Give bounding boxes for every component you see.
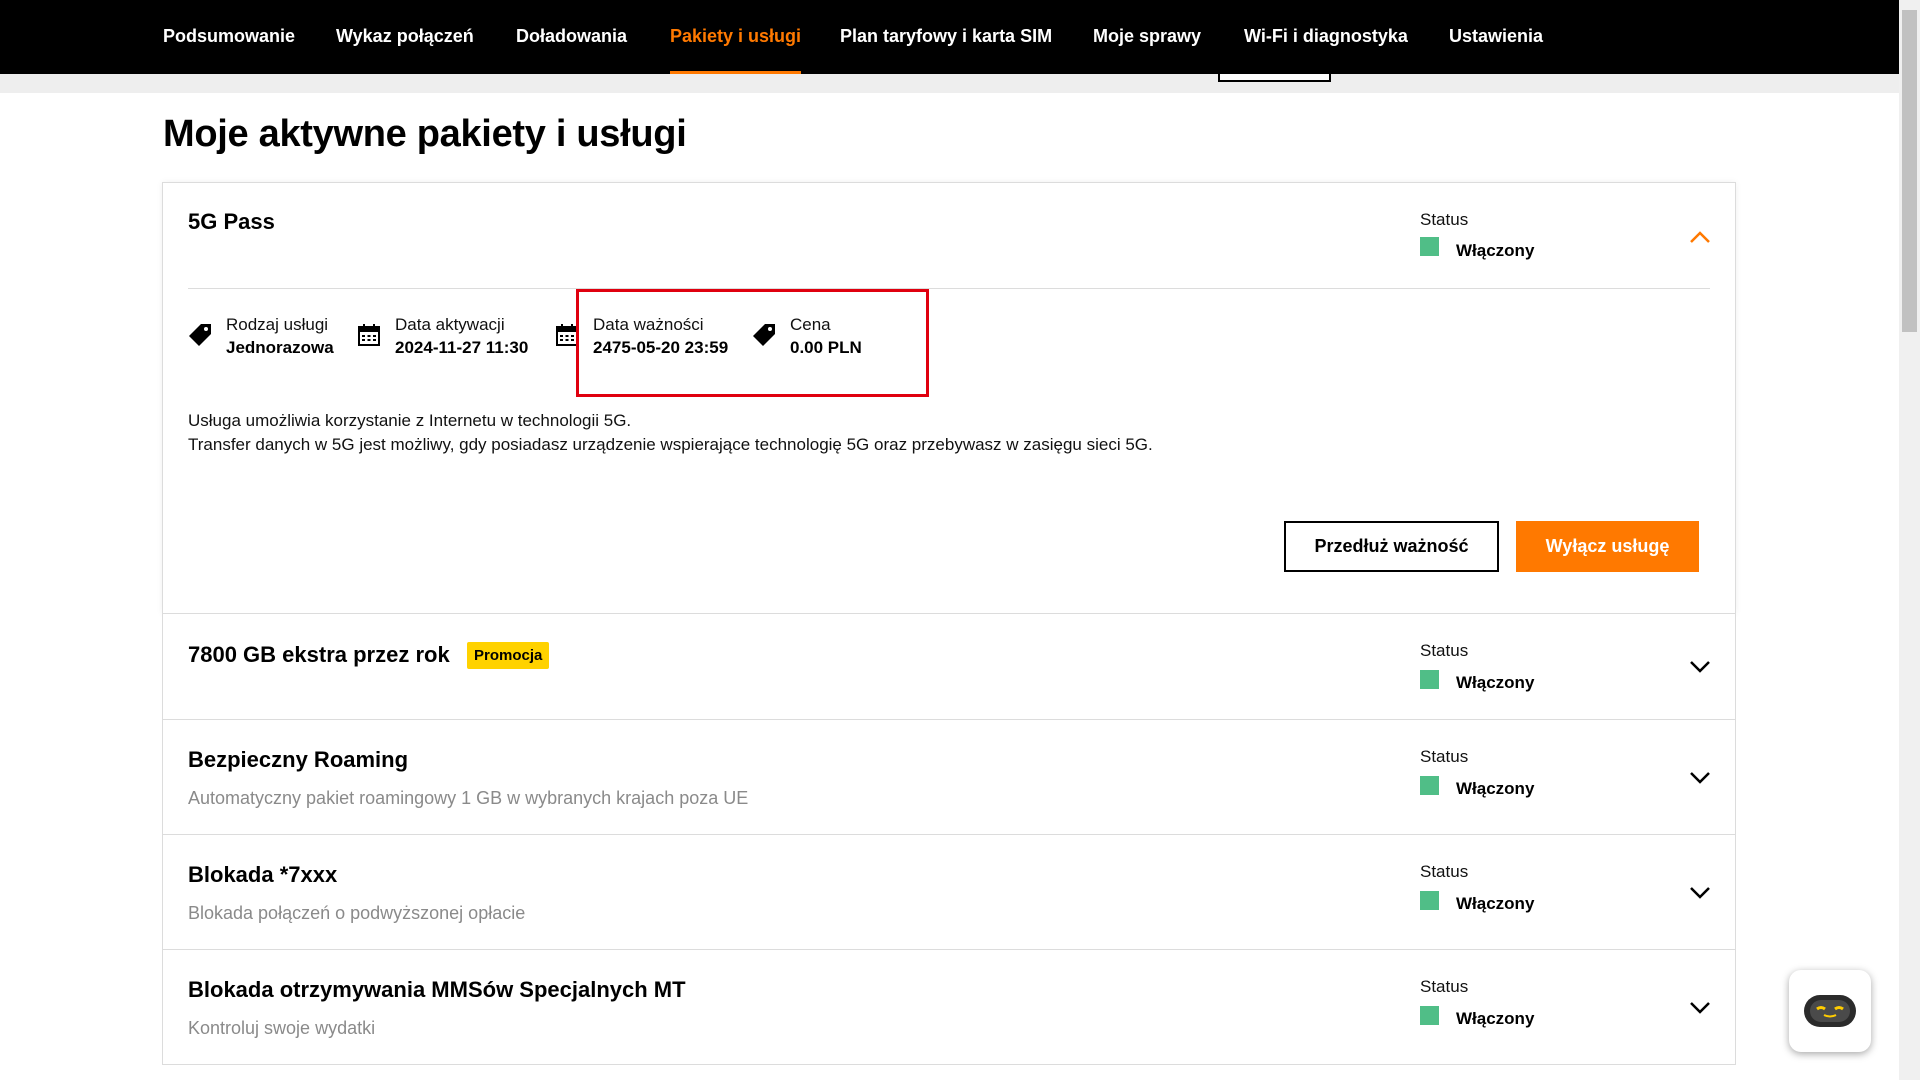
detail-value: 2024-11-27 11:30 [395, 338, 529, 357]
package-title: 7800 GB ekstra przez rok [188, 642, 450, 667]
status-indicator [1420, 891, 1439, 910]
promo-badge: Promocja [467, 642, 550, 669]
status-value: Włączony [1456, 894, 1535, 913]
chevron-down-icon[interactable] [1688, 766, 1712, 790]
status-label: Status [1420, 862, 1469, 881]
detail-label: Data aktywacji [395, 315, 505, 334]
detail-value: Jednorazowa [226, 338, 334, 357]
status-value: Włączony [1456, 673, 1535, 692]
status-label: Status [1420, 210, 1469, 229]
chevron-down-icon[interactable] [1688, 655, 1712, 679]
nav-item-plan-taryfowy[interactable]: Plan taryfowy i karta SIM [840, 0, 1052, 74]
highlight-box [576, 289, 929, 397]
package-title: 5G Pass [188, 209, 275, 234]
package-title: Bezpieczny Roaming [188, 747, 409, 772]
status-indicator [1420, 1006, 1439, 1025]
scrollbar-thumb[interactable] [1902, 10, 1917, 332]
chatbot-icon [1804, 995, 1856, 1027]
package-description-line: Usługa umożliwia korzystanie z Internetu… [188, 411, 632, 430]
status-value: Włączony [1456, 1009, 1535, 1028]
sub-navigation-bar [0, 74, 1899, 93]
nav-item-pakiety-i-uslugi[interactable]: Pakiety i usługi [670, 0, 802, 74]
chevron-up-icon[interactable] [1688, 225, 1712, 249]
nav-item-wifi-diagnostyka[interactable]: Wi-Fi i diagnostyka [1244, 0, 1408, 74]
package-card-5g-pass: 5G Pass Status Włączony Rodzaj usługi Je… [162, 182, 1736, 614]
disable-service-button[interactable]: Wyłącz usługę [1516, 521, 1699, 572]
nav-item-doladowania[interactable]: Doładowania [516, 0, 627, 74]
package-card-7800gb[interactable]: 7800 GB ekstra przez rok Promocja Status… [162, 614, 1736, 720]
package-card-blokada-7xxx[interactable]: Blokada *7xxx Blokada połączeń o podwyżs… [162, 835, 1736, 950]
nav-item-podsumowanie[interactable]: Podsumowanie [163, 0, 295, 74]
page-title: Moje aktywne pakiety i usługi [163, 113, 687, 155]
nav-item-moje-sprawy[interactable]: Moje sprawy [1093, 0, 1201, 74]
status-indicator [1420, 776, 1439, 795]
status-indicator [1420, 237, 1439, 256]
sub-navigation-tab[interactable] [1218, 74, 1331, 82]
status-label: Status [1420, 641, 1469, 660]
package-card-blokada-mms[interactable]: Blokada otrzymywania MMSów Specjalnych M… [162, 950, 1736, 1065]
extend-validity-button[interactable]: Przedłuż ważność [1284, 521, 1499, 572]
package-subtitle: Kontroluj swoje wydatki [188, 1018, 376, 1038]
page-scrollbar[interactable] [1899, 0, 1920, 1080]
chevron-down-icon[interactable] [1688, 996, 1712, 1020]
calendar-icon [358, 324, 380, 346]
tag-icon [189, 324, 211, 346]
status-label: Status [1420, 977, 1469, 996]
status-value: Włączony [1456, 779, 1535, 798]
card-divider [188, 288, 1710, 289]
nav-item-ustawienia[interactable]: Ustawienia [1449, 0, 1543, 74]
detail-label: Rodzaj usługi [226, 315, 329, 334]
status-indicator [1420, 670, 1439, 689]
status-value: Włączony [1456, 241, 1535, 260]
status-label: Status [1420, 747, 1469, 766]
package-description-line: Transfer danych w 5G jest możliwy, gdy p… [188, 435, 1153, 454]
package-title: Blokada otrzymywania MMSów Specjalnych M… [188, 977, 686, 1002]
nav-item-wykaz-polaczen[interactable]: Wykaz połączeń [336, 0, 474, 74]
package-title: Blokada *7xxx [188, 862, 338, 887]
chevron-down-icon[interactable] [1688, 881, 1712, 905]
top-navigation: Podsumowanie Wykaz połączeń Doładowania … [0, 0, 1899, 74]
package-card-bezpieczny-roaming[interactable]: Bezpieczny Roaming Automatyczny pakiet r… [162, 720, 1736, 835]
package-subtitle: Blokada połączeń o podwyższonej opłacie [188, 903, 526, 923]
package-subtitle: Automatyczny pakiet roamingowy 1 GB w wy… [188, 788, 749, 808]
chat-assistant-button[interactable] [1789, 970, 1871, 1052]
